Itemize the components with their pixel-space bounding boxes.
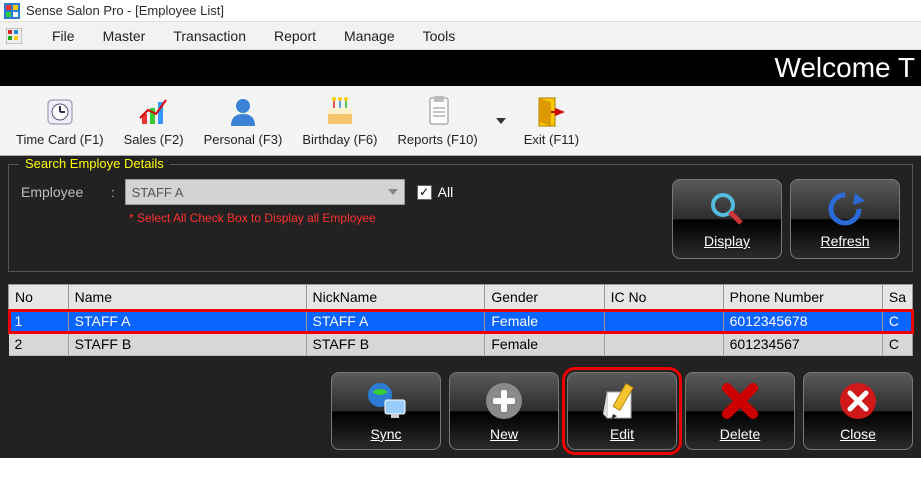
toolbar-label: Personal (F3): [204, 132, 283, 147]
toolbar-label: Birthday (F6): [302, 132, 377, 147]
check-icon: ✓: [419, 186, 429, 198]
col-gender[interactable]: Gender: [485, 285, 604, 310]
col-no[interactable]: No: [9, 285, 69, 310]
edit-label: Edit: [610, 426, 634, 442]
new-label: New: [490, 426, 518, 442]
cell-nick: STAFF B: [306, 333, 485, 356]
new-button[interactable]: New: [449, 372, 559, 450]
title-bar: Sense Salon Pro - [Employee List]: [0, 0, 921, 22]
menu-transaction[interactable]: Transaction: [159, 24, 260, 48]
personal-icon: [225, 94, 261, 130]
search-hint: * Select All Check Box to Display all Em…: [129, 211, 453, 225]
menu-file[interactable]: File: [38, 24, 89, 48]
refresh-icon: [825, 189, 865, 229]
cell-sa: C: [882, 310, 912, 333]
toolbar-label: Reports (F10): [398, 132, 478, 147]
table-header-row: No Name NickName Gender IC No Phone Numb…: [9, 285, 913, 310]
employee-select-value: STAFF A: [132, 185, 184, 200]
colon: :: [111, 185, 115, 200]
menu-manage[interactable]: Manage: [330, 24, 409, 48]
delete-x-icon: [719, 380, 761, 422]
toolbar-personal[interactable]: Personal (F3): [196, 92, 291, 149]
reports-dropdown-icon[interactable]: [496, 118, 506, 124]
cell-gender: Female: [485, 333, 604, 356]
col-ic[interactable]: IC No: [604, 285, 723, 310]
search-legend: Search Employe Details: [19, 156, 170, 171]
plus-icon: [483, 380, 525, 422]
sales-icon: [136, 94, 172, 130]
refresh-label: Refresh: [820, 233, 869, 249]
cell-phone: 6012345678: [723, 310, 882, 333]
toolbar-exit[interactable]: Exit (F11): [516, 92, 587, 149]
mdi-icon: [6, 28, 22, 44]
cell-nick: STAFF A: [306, 310, 485, 333]
edit-icon: [601, 380, 643, 422]
menu-bar: File Master Transaction Report Manage To…: [0, 22, 921, 50]
toolbar-sales[interactable]: Sales (F2): [116, 92, 192, 149]
toolbar-label: Exit (F11): [524, 132, 579, 147]
sync-icon: [365, 380, 407, 422]
sync-label: Sync: [370, 426, 401, 442]
menu-report[interactable]: Report: [260, 24, 330, 48]
all-checkbox[interactable]: ✓ All: [417, 184, 454, 200]
menu-master[interactable]: Master: [89, 24, 160, 48]
cell-name: STAFF B: [68, 333, 306, 356]
employee-table-wrap: No Name NickName Gender IC No Phone Numb…: [8, 284, 913, 356]
col-name[interactable]: Name: [68, 285, 306, 310]
employee-label: Employee: [21, 184, 111, 200]
toolbar-label: Sales (F2): [124, 132, 184, 147]
cell-no: 1: [9, 310, 69, 333]
employee-table[interactable]: No Name NickName Gender IC No Phone Numb…: [8, 284, 913, 356]
toolbar: Time Card (F1) Sales (F2) Personal (F3) …: [0, 86, 921, 156]
cell-name: STAFF A: [68, 310, 306, 333]
cell-gender: Female: [485, 310, 604, 333]
delete-button[interactable]: Delete: [685, 372, 795, 450]
menu-tools[interactable]: Tools: [409, 24, 470, 48]
all-label: All: [438, 184, 454, 200]
welcome-banner: Welcome T: [0, 50, 921, 86]
search-groupbox: Search Employe Details Employee : STAFF …: [8, 164, 913, 272]
magnifier-icon: [707, 189, 747, 229]
cell-ic: [604, 310, 723, 333]
col-sa[interactable]: Sa: [882, 285, 912, 310]
toolbar-label: Time Card (F1): [16, 132, 104, 147]
exit-icon: [533, 94, 569, 130]
birthday-icon: [322, 94, 358, 130]
toolbar-timecard[interactable]: Time Card (F1): [8, 92, 112, 149]
cell-sa: C: [882, 333, 912, 356]
employee-select[interactable]: STAFF A: [125, 179, 405, 205]
cell-ic: [604, 333, 723, 356]
display-button[interactable]: Display: [672, 179, 782, 259]
table-row[interactable]: 1 STAFF A STAFF A Female 6012345678 C: [9, 310, 913, 333]
welcome-text: Welcome T: [774, 52, 915, 84]
reports-icon: [420, 94, 456, 130]
sync-button[interactable]: Sync: [331, 372, 441, 450]
search-panel: Search Employe Details Employee : STAFF …: [0, 156, 921, 364]
display-label: Display: [704, 233, 750, 249]
chevron-down-icon: [388, 189, 398, 195]
cell-phone: 601234567: [723, 333, 882, 356]
toolbar-reports[interactable]: Reports (F10): [390, 92, 486, 149]
col-phone[interactable]: Phone Number: [723, 285, 882, 310]
delete-label: Delete: [720, 426, 760, 442]
close-button[interactable]: Close: [803, 372, 913, 450]
close-icon: [837, 380, 879, 422]
app-icon: [4, 3, 20, 19]
toolbar-birthday[interactable]: Birthday (F6): [294, 92, 385, 149]
table-row[interactable]: 2 STAFF B STAFF B Female 601234567 C: [9, 333, 913, 356]
cell-no: 2: [9, 333, 69, 356]
window-title: Sense Salon Pro - [Employee List]: [26, 3, 224, 18]
refresh-button[interactable]: Refresh: [790, 179, 900, 259]
timecard-icon: [42, 94, 78, 130]
col-nick[interactable]: NickName: [306, 285, 485, 310]
close-label: Close: [840, 426, 876, 442]
footer-toolbar: Sync New Edit Delete Close: [0, 364, 921, 458]
edit-button[interactable]: Edit: [567, 372, 677, 450]
